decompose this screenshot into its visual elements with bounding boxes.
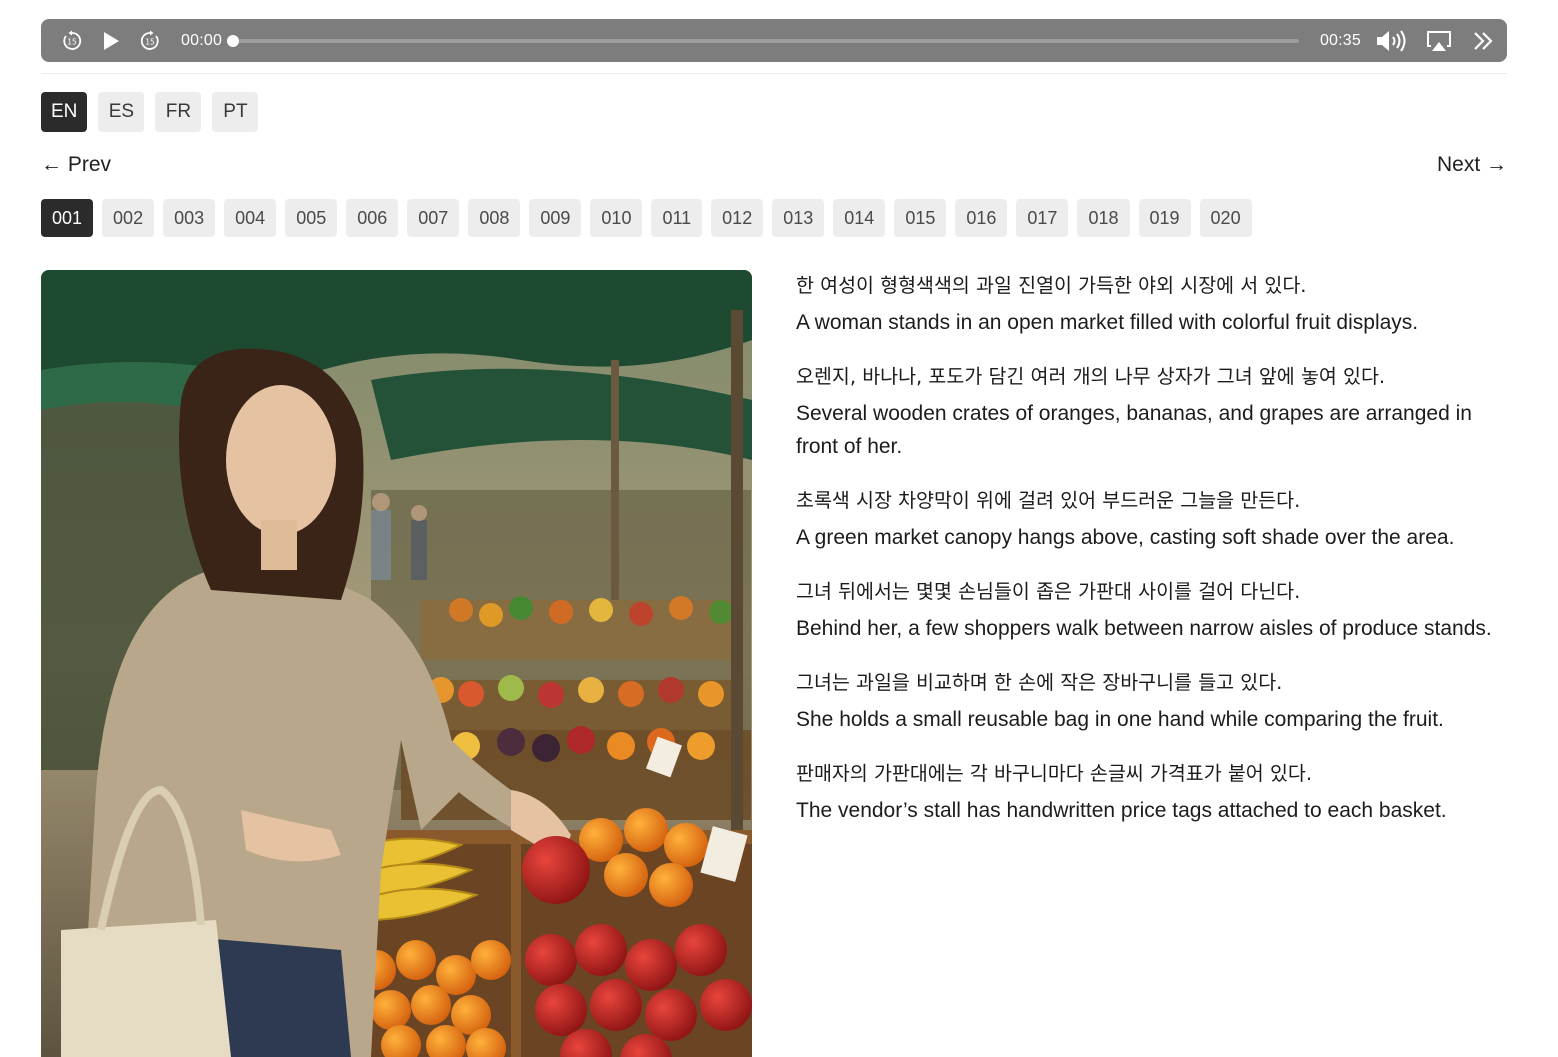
next-link[interactable]: Next → (1437, 153, 1507, 177)
korean-sentence: 오렌지, 바나나, 포도가 담긴 여러 개의 나무 상자가 그녀 앞에 놓여 있… (796, 365, 1386, 388)
korean-sentence: 초록색 시장 차양막이 위에 걸려 있어 부드러운 그늘을 만든다. (796, 489, 1301, 512)
english-translation: Several wooden crates of oranges, banana… (796, 402, 1472, 458)
page-chip-020[interactable]: 020 (1199, 199, 1252, 237)
korean-sentence: 그녀는 과일을 비교하며 한 손에 작은 장바구니를 들고 있다. (796, 671, 1283, 694)
current-time: 00:00 (181, 31, 223, 49)
korean-sentence: 그녀 뒤에서는 몇몇 손님들이 좁은 가판대 사이를 걸어 다닌다. (796, 580, 1301, 603)
total-time: 00:35 (1319, 31, 1361, 49)
page-chip-014[interactable]: 014 (833, 199, 886, 237)
forward-15-icon[interactable]: 15 (139, 30, 161, 52)
svg-text:15: 15 (67, 37, 77, 46)
language-chip-pt[interactable]: PT (212, 92, 259, 132)
airplay-icon[interactable] (1425, 29, 1453, 53)
english-translation: Behind her, a few shoppers walk between … (796, 617, 1492, 640)
english-translation: A woman stands in an open market filled … (796, 311, 1419, 334)
language-selector: EN ES FR PT (41, 92, 259, 132)
sentence-pair: 판매자의 가판대에는 각 바구니마다 손글씨 가격표가 붙어 있다. The v… (796, 758, 1516, 827)
play-icon (104, 31, 119, 50)
english-translation: A green market canopy hangs above, casti… (796, 526, 1455, 549)
page-chip-006[interactable]: 006 (346, 199, 399, 237)
progress-thumb[interactable] (227, 34, 239, 47)
page-chip-017[interactable]: 017 (1016, 199, 1069, 237)
page-chip-008[interactable]: 008 (468, 199, 521, 237)
language-chip-en[interactable]: EN (41, 92, 88, 132)
sentence-pair: 초록색 시장 차양막이 위에 걸려 있어 부드러운 그늘을 만든다. A gre… (796, 485, 1516, 554)
page-selector: 001 002 003 004 005 006 007 008 009 010 011 012 013 0… (41, 199, 1252, 237)
play-button[interactable] (100, 30, 122, 52)
page-chip-019[interactable]: 019 (1138, 199, 1191, 237)
page-chip-004[interactable]: 004 (224, 199, 277, 237)
sentence-pair: 그녀 뒤에서는 몇몇 손님들이 좁은 가판대 사이를 걸어 다닌다. Behin… (796, 576, 1516, 645)
sentence-pair: 그녀는 과일을 비교하며 한 손에 작은 장바구니를 들고 있다. She ho… (796, 667, 1516, 736)
korean-sentence: 한 여성이 형형색색의 과일 진열이 가득한 야외 시장에 서 있다. (796, 274, 1307, 297)
chevrons-right-icon[interactable] (1471, 29, 1495, 53)
page-chip-001[interactable]: 001 (41, 199, 94, 237)
page-chip-010[interactable]: 010 (590, 199, 643, 237)
language-chip-fr[interactable]: FR (155, 92, 202, 132)
page-chip-003[interactable]: 003 (163, 199, 216, 237)
page-chip-002[interactable]: 002 (102, 199, 155, 237)
page-chip-012[interactable]: 012 (711, 199, 764, 237)
prev-link[interactable]: ← Prev (41, 153, 111, 177)
market-photo (41, 270, 752, 1057)
korean-sentence: 판매자의 가판대에는 각 바구니마다 손글씨 가격표가 붙어 있다. (796, 762, 1313, 785)
divider (41, 73, 1507, 74)
audio-player: 15 15 00:00 00:35 (41, 19, 1507, 62)
english-translation: She holds a small reusable bag in one ha… (796, 708, 1444, 731)
language-chip-es[interactable]: ES (98, 92, 145, 132)
page-chip-007[interactable]: 007 (407, 199, 460, 237)
english-translation: The vendor’s stall has handwritten price… (796, 799, 1447, 822)
progress-slider[interactable] (227, 34, 1299, 47)
market-photo-illustration (41, 270, 752, 1057)
svg-text:15: 15 (145, 37, 155, 46)
sentence-pair: 오렌지, 바나나, 포도가 담긴 여러 개의 나무 상자가 그녀 앞에 놓여 있… (796, 361, 1516, 463)
volume-icon[interactable] (1375, 29, 1409, 53)
rewind-15-icon[interactable]: 15 (61, 30, 83, 52)
page-chip-016[interactable]: 016 (955, 199, 1008, 237)
page-chip-005[interactable]: 005 (285, 199, 338, 237)
page-chip-009[interactable]: 009 (529, 199, 582, 237)
sentence-pair: 한 여성이 형형색색의 과일 진열이 가득한 야외 시장에 서 있다. A wo… (796, 270, 1516, 339)
sentence-list: 한 여성이 형형색색의 과일 진열이 가득한 야외 시장에 서 있다. A wo… (796, 270, 1516, 849)
page-chip-015[interactable]: 015 (894, 199, 947, 237)
page-chip-011[interactable]: 011 (651, 199, 703, 237)
page-chip-013[interactable]: 013 (772, 199, 825, 237)
page-chip-018[interactable]: 018 (1077, 199, 1130, 237)
